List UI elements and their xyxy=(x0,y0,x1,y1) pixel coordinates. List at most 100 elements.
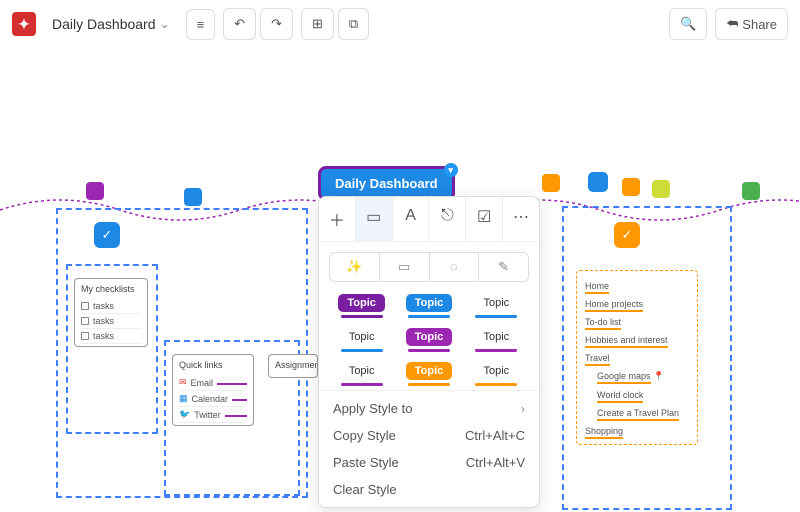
app-logo-icon: ✦ xyxy=(12,12,36,36)
format-popup: ＋ ▭ A ⎋ ☑ ⋯ ✨ ▭ ◌ ✎ TopicTopicTopicTopic… xyxy=(318,196,540,508)
style-preset[interactable]: Topic xyxy=(331,294,392,318)
undo-button[interactable]: ↶ xyxy=(223,8,256,40)
checkbox-icon xyxy=(81,302,89,310)
node-orange-2[interactable] xyxy=(622,178,640,196)
list-item[interactable]: Shopping xyxy=(585,426,623,439)
undo-redo-group: ↶ ↷ xyxy=(223,8,293,40)
share-button[interactable]: ⮪ Share xyxy=(715,8,788,40)
layout-group: ⊞ ⧉ xyxy=(301,8,369,40)
list-item[interactable]: ✉Email xyxy=(179,375,247,391)
style-preset[interactable]: Topic xyxy=(398,294,459,318)
checklists-card[interactable]: My checklists tasks tasks tasks xyxy=(74,278,148,347)
rect-icon: ▭ xyxy=(398,259,410,274)
quicklinks-title: Quick links xyxy=(179,360,247,370)
document-title-dropdown[interactable]: Daily Dashboard ⌄ xyxy=(44,12,178,36)
pen-icon: ✎ xyxy=(498,259,509,274)
checkbox-icon xyxy=(81,332,89,340)
calendar-icon: ▦ xyxy=(179,393,188,404)
top-toolbar: ✦ Daily Dashboard ⌄ ≡ ↶ ↷ ⊞ ⧉ 🔍 ⮪ Share xyxy=(0,0,800,48)
list-item[interactable]: Home projects xyxy=(585,299,643,312)
style-preset[interactable]: Topic xyxy=(331,362,392,386)
node-lime[interactable] xyxy=(652,180,670,198)
structure-icon: ⎋ xyxy=(441,207,454,224)
list-item[interactable]: tasks xyxy=(81,299,141,314)
layout-alt-icon: ⧉ xyxy=(349,16,358,32)
quicklinks-card[interactable]: Quick links ✉Email ▦Calendar 🐦Twitter xyxy=(172,354,254,426)
document-title: Daily Dashboard xyxy=(52,16,156,32)
checkbox-button[interactable]: ☑ xyxy=(466,197,503,241)
expand-icon[interactable]: ▾ xyxy=(444,163,458,177)
list-item[interactable]: To-do list xyxy=(585,317,621,330)
style-preset[interactable]: Topic xyxy=(331,328,392,352)
canvas[interactable]: ✓ ✓ My checklists tasks tasks tasks Quic… xyxy=(0,48,800,512)
list-item[interactable]: World clock xyxy=(597,390,643,403)
style-preset[interactable]: Topic xyxy=(466,362,527,386)
check-node-blue[interactable]: ✓ xyxy=(94,222,120,248)
checkbox-icon xyxy=(81,317,89,325)
more-icon: ⋯ xyxy=(513,209,529,226)
twitter-icon: 🐦 xyxy=(179,409,190,420)
list-item[interactable]: Google maps xyxy=(597,371,651,384)
check-node-orange[interactable]: ✓ xyxy=(614,222,640,248)
popup-toolbar: ＋ ▭ A ⎋ ☑ ⋯ xyxy=(319,197,539,242)
tab-pen[interactable]: ✎ xyxy=(479,253,528,281)
node-blue[interactable] xyxy=(184,188,202,206)
layout-button-1[interactable]: ⊞ xyxy=(301,8,334,40)
apply-style-to[interactable]: Apply Style to› xyxy=(319,395,539,422)
assignments-title: Assignments xyxy=(275,360,311,370)
chevron-down-icon: ⌄ xyxy=(160,17,170,31)
assignments-card[interactable]: Assignments xyxy=(268,354,318,378)
chevron-right-icon: › xyxy=(521,402,525,416)
search-icon: 🔍 xyxy=(680,16,696,32)
list-item[interactable]: ▦Calendar xyxy=(179,391,247,407)
list-item[interactable]: Create a Travel Plan xyxy=(597,408,679,421)
style-preset[interactable]: Topic xyxy=(466,328,527,352)
style-tabs: ✨ ▭ ◌ ✎ xyxy=(329,252,529,282)
tab-shape[interactable]: ▭ xyxy=(380,253,430,281)
node-green[interactable] xyxy=(742,182,760,200)
style-grid: TopicTopicTopicTopicTopicTopicTopicTopic… xyxy=(319,288,539,388)
pin-icon: 📍 xyxy=(653,371,664,381)
redo-button[interactable]: ↷ xyxy=(260,8,293,40)
structure-button[interactable]: ⎋ xyxy=(429,197,466,241)
list-item[interactable]: 🐦Twitter xyxy=(179,407,247,423)
share-label: Share xyxy=(742,17,777,32)
node-orange-1[interactable] xyxy=(542,174,560,192)
style-menu: Apply Style to› Copy StyleCtrl+Alt+C Pas… xyxy=(319,390,539,507)
node-purple[interactable] xyxy=(86,182,104,200)
list-item[interactable]: Hobbies and interest xyxy=(585,335,668,348)
shape-button[interactable]: ▭ xyxy=(356,197,393,241)
list-item[interactable]: tasks xyxy=(81,329,141,344)
more-button[interactable]: ⋯ xyxy=(503,197,539,241)
menu-button[interactable]: ≡ xyxy=(186,9,216,40)
style-preset[interactable]: Topic xyxy=(398,362,459,386)
plus-icon: ＋ xyxy=(329,213,345,230)
home-card[interactable]: Home Home projects To-do list Hobbies an… xyxy=(576,270,698,445)
share-icon: ⮪ xyxy=(726,16,738,32)
home-title: Home xyxy=(585,281,609,294)
checkbox-icon: ☑ xyxy=(477,209,491,226)
list-item[interactable]: Travel xyxy=(585,353,610,366)
tab-fill[interactable]: ◌ xyxy=(430,253,480,281)
email-icon: ✉ xyxy=(179,377,187,388)
paste-style[interactable]: Paste StyleCtrl+Alt+V xyxy=(319,449,539,476)
wand-icon: ✨ xyxy=(346,259,362,274)
style-preset[interactable]: Topic xyxy=(398,328,459,352)
layout-icon: ⊞ xyxy=(312,16,323,32)
node-blue-2[interactable] xyxy=(588,172,608,192)
clear-style[interactable]: Clear Style xyxy=(319,476,539,503)
list-item[interactable]: tasks xyxy=(81,314,141,329)
drop-icon: ◌ xyxy=(450,259,458,274)
layout-button-2[interactable]: ⧉ xyxy=(338,8,369,40)
hamburger-icon: ≡ xyxy=(197,17,205,32)
search-button[interactable]: 🔍 xyxy=(669,8,707,40)
rect-icon: ▭ xyxy=(366,209,381,226)
style-preset[interactable]: Topic xyxy=(466,294,527,318)
redo-icon: ↷ xyxy=(271,16,282,32)
checklists-title: My checklists xyxy=(81,284,141,294)
text-button[interactable]: A xyxy=(393,197,430,241)
add-button[interactable]: ＋ xyxy=(319,197,356,241)
copy-style[interactable]: Copy StyleCtrl+Alt+C xyxy=(319,422,539,449)
tab-magic[interactable]: ✨ xyxy=(330,253,380,281)
undo-icon: ↶ xyxy=(234,16,245,32)
